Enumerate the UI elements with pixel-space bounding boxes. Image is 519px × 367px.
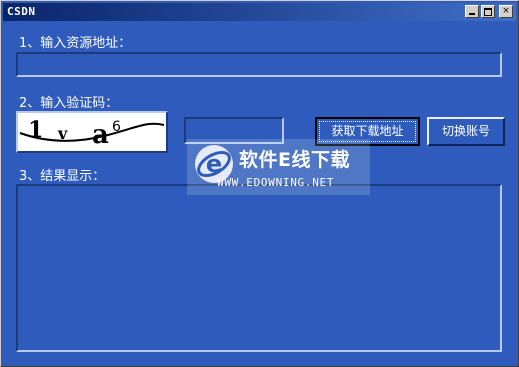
captcha-char-2: v [57,124,68,143]
result-display-area[interactable] [16,184,502,352]
maximize-icon [484,8,492,16]
app-window: CSDN × 1、输入资源地址： 2、输入验证码： 1 v a 6 获取下载地址… [0,0,519,367]
captcha-char-3: a [92,120,109,150]
result-textarea[interactable] [18,186,500,350]
svg-text:e: e [206,150,222,178]
captcha-char-4: 6 [112,119,121,135]
minimize-button[interactable] [465,5,479,18]
close-icon: × [502,6,510,16]
watermark-url: WWW.EDOWNING.NET [217,176,335,189]
captcha-graphic: 1 v a 6 [19,117,165,150]
close-button[interactable]: × [499,5,513,18]
captcha-char-1: 1 [28,117,43,143]
resource-url-field[interactable] [16,52,502,77]
minimize-icon [469,13,475,15]
resource-url-input[interactable] [18,54,500,76]
window-title: CSDN [7,5,36,18]
maximize-button[interactable] [481,5,495,18]
watermark-overlay: e 软件E线下载 WWW.EDOWNING.NET [187,139,370,195]
title-bar[interactable]: CSDN × [3,3,516,21]
captcha-image[interactable]: 1 v a 6 [16,111,168,153]
result-label: 3、结果显示： [19,169,106,184]
captcha-label: 2、输入验证码： [19,96,119,111]
watermark-title: 软件E线下载 [239,149,350,171]
switch-account-button[interactable]: 切换账号 [427,117,505,146]
resource-url-label: 1、输入资源地址： [19,36,132,51]
